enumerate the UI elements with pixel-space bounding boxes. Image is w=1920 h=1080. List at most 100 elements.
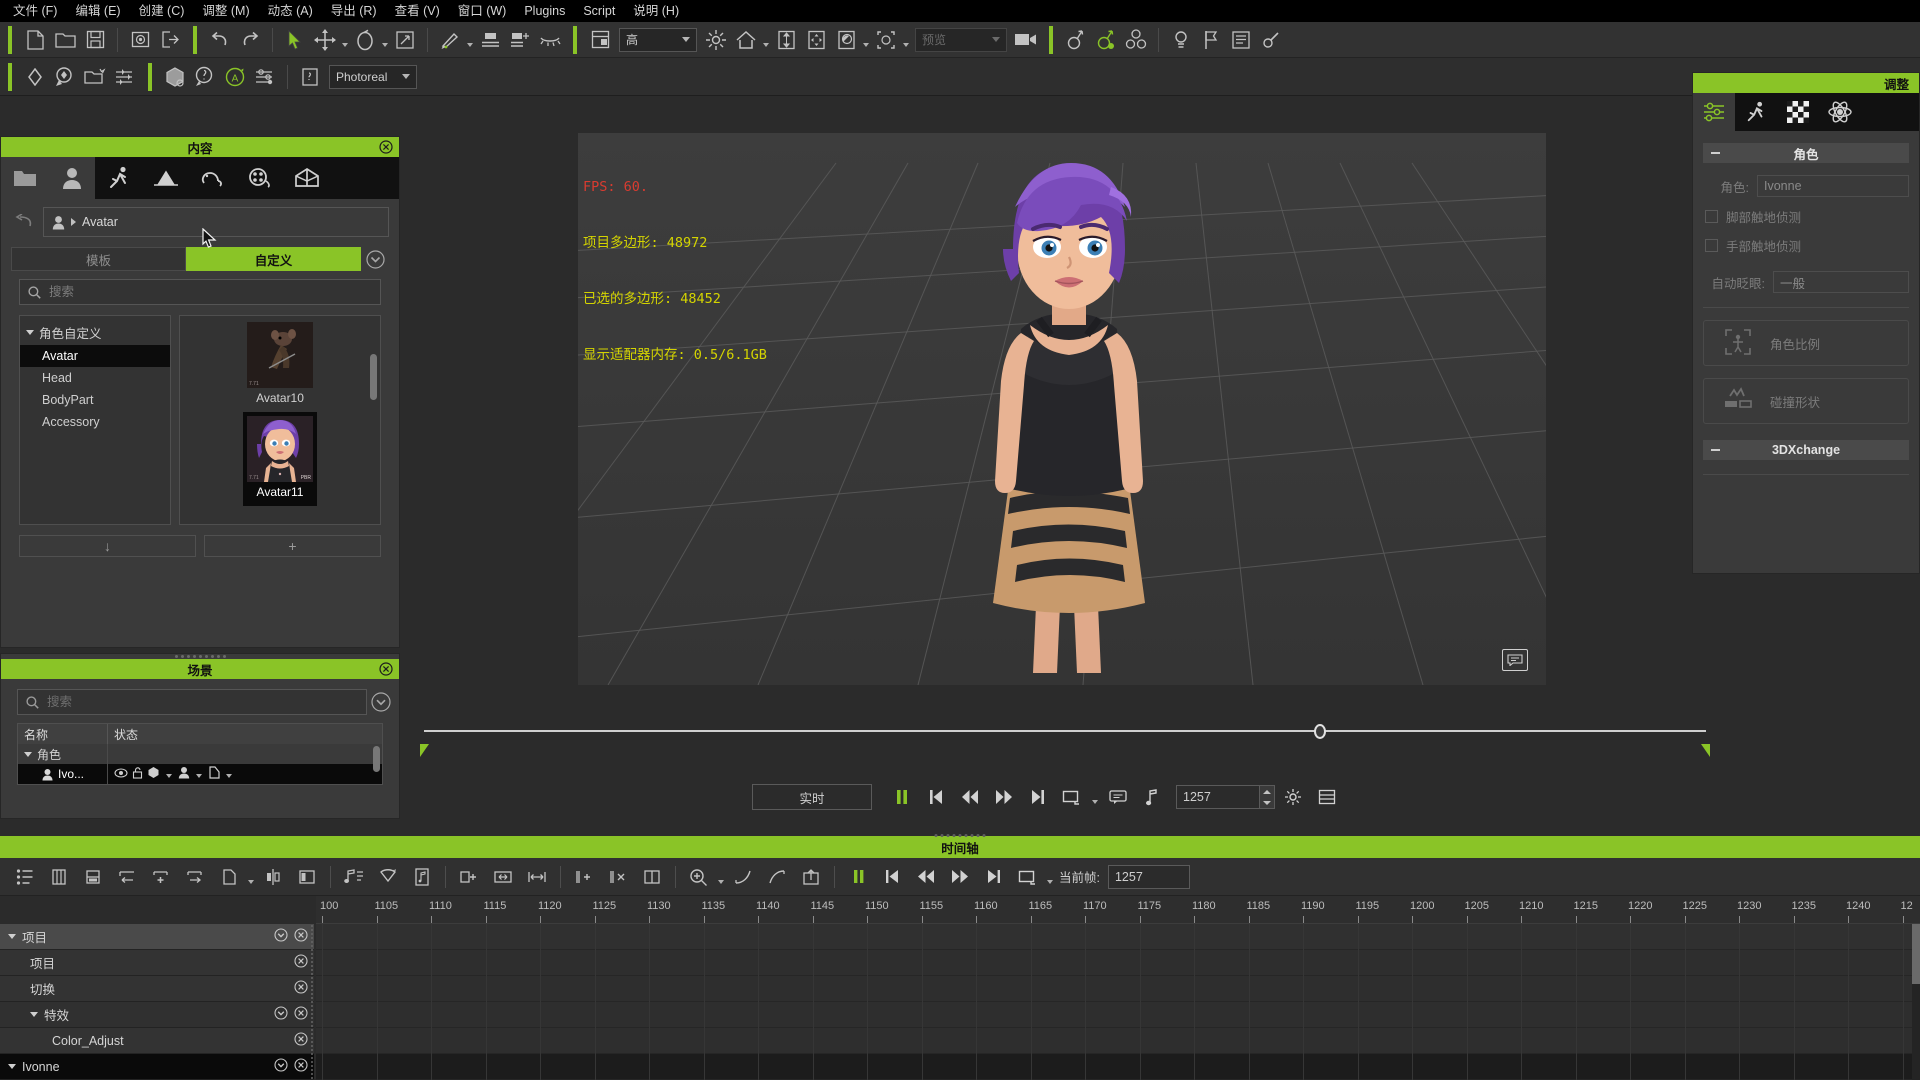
- comment-button[interactable]: [1102, 783, 1134, 811]
- timeline-scroll-thumb[interactable]: [1912, 924, 1920, 984]
- timeline-splitter[interactable]: [310, 924, 315, 1080]
- render-mode-select[interactable]: Photoreal: [329, 64, 417, 89]
- collapse-tracks-button[interactable]: [42, 862, 76, 892]
- record-video-button[interactable]: [1011, 25, 1041, 55]
- save-project-button[interactable]: [80, 25, 110, 55]
- shift-key-button[interactable]: [178, 862, 212, 892]
- timeline-vertical-scrollbar[interactable]: [1912, 924, 1920, 1080]
- table-row[interactable]: Ivo...: [18, 764, 382, 784]
- collapse-icon[interactable]: [1711, 449, 1720, 451]
- forward-button[interactable]: [988, 783, 1020, 811]
- search-input-wrap[interactable]: [19, 279, 381, 305]
- scrubber-handle[interactable]: [1314, 724, 1326, 739]
- mesh-dropdown[interactable]: [164, 767, 174, 781]
- track-lane[interactable]: [316, 1054, 1920, 1080]
- motion-key-button[interactable]: [190, 62, 220, 92]
- thumbnail-scrollbar[interactable]: [370, 354, 377, 400]
- track-header-row[interactable]: 项目: [0, 950, 314, 976]
- track-header-row[interactable]: 特效: [0, 1002, 314, 1028]
- viewport-time-scrubber[interactable]: [420, 718, 1710, 760]
- frame-input[interactable]: [1176, 785, 1260, 809]
- range-start-marker[interactable]: [420, 744, 429, 757]
- motion-puppet-button[interactable]: [1091, 25, 1121, 55]
- light-settings-button[interactable]: [1166, 25, 1196, 55]
- zoom-dropdown[interactable]: [716, 863, 726, 891]
- shape-icon[interactable]: [208, 766, 220, 782]
- ease-out-button[interactable]: [760, 862, 794, 892]
- track-lane[interactable]: [316, 976, 1920, 1002]
- music-track-button[interactable]: [405, 862, 439, 892]
- menu-create[interactable]: 创建 (C): [130, 0, 194, 22]
- ease-in-button[interactable]: [726, 862, 760, 892]
- playback-settings-button[interactable]: [1277, 783, 1309, 811]
- move-tool-button[interactable]: [310, 25, 340, 55]
- thumbnail-image[interactable]: 7.71 PBR: [247, 416, 313, 482]
- timeline-rewind-button[interactable]: [909, 862, 943, 892]
- download-button[interactable]: ↓: [19, 535, 196, 557]
- rotate-tool-dropdown[interactable]: [380, 26, 390, 54]
- mirror-key-button[interactable]: [256, 862, 290, 892]
- menu-view[interactable]: 查看 (V): [386, 0, 449, 22]
- bounding-box-button[interactable]: [871, 25, 901, 55]
- tree-item-avatar[interactable]: Avatar: [20, 345, 170, 367]
- timeline-loop-range-button[interactable]: [1011, 862, 1045, 892]
- timeline-goto-start-button[interactable]: [875, 862, 909, 892]
- mixer-button[interactable]: [1121, 25, 1151, 55]
- section-character[interactable]: 角色: [1703, 143, 1909, 163]
- track-close-icon[interactable]: [294, 1006, 308, 1023]
- notes-button[interactable]: [1226, 25, 1256, 55]
- tree-item-bodypart[interactable]: BodyPart: [20, 389, 170, 411]
- rewind-button[interactable]: [954, 783, 986, 811]
- goto-end-button[interactable]: [1022, 783, 1054, 811]
- redo-button[interactable]: [235, 25, 265, 55]
- scene-search-input[interactable]: [47, 695, 358, 709]
- add-clip-button[interactable]: [567, 862, 601, 892]
- frame-step-down[interactable]: [1260, 797, 1274, 808]
- rotate-tool-button[interactable]: [350, 25, 380, 55]
- paint-tool-dropdown[interactable]: [465, 26, 475, 54]
- export-track-button[interactable]: [794, 862, 828, 892]
- collision-shape-button[interactable]: 碰撞形状: [1703, 378, 1909, 424]
- timeline-resize-grip[interactable]: [934, 834, 986, 837]
- copy-clip-button[interactable]: [212, 862, 246, 892]
- track-expand-icon[interactable]: [274, 1058, 288, 1075]
- collapse-icon[interactable]: [1711, 152, 1720, 154]
- track-collapse-icon[interactable]: [8, 934, 16, 939]
- keyframe-folder-button[interactable]: [80, 62, 110, 92]
- track-lane[interactable]: [316, 950, 1920, 976]
- open-project-button[interactable]: [50, 25, 80, 55]
- paint-tool-button[interactable]: [435, 25, 465, 55]
- new-project-button[interactable]: [20, 25, 50, 55]
- tab-media[interactable]: [236, 157, 283, 199]
- render-region-dropdown[interactable]: [861, 26, 871, 54]
- import-button[interactable]: [125, 25, 155, 55]
- tab-physics[interactable]: [1819, 93, 1861, 131]
- timeline-forward-button[interactable]: [943, 862, 977, 892]
- fit-vertical-button[interactable]: [771, 25, 801, 55]
- viewport-3d[interactable]: FPS: 60. 项目多边形: 48972 已选的多边形: 48452 显示适配…: [578, 133, 1546, 685]
- menu-help[interactable]: 说明 (H): [624, 0, 688, 22]
- viewport-note-button[interactable]: [1502, 649, 1528, 671]
- pause-button[interactable]: [886, 783, 918, 811]
- face-key-button[interactable]: [160, 62, 190, 92]
- undo-button[interactable]: [205, 25, 235, 55]
- tab-motion[interactable]: [1735, 93, 1777, 131]
- timeline-ruler[interactable]: 100 1105 1110 1115 1120 1125 1130 1135 1140 1145 1…: [316, 896, 1920, 924]
- select-tool-button[interactable]: [280, 25, 310, 55]
- track-close-icon[interactable]: [294, 954, 308, 971]
- track-collapse-icon[interactable]: [30, 1012, 38, 1017]
- tree-item-head[interactable]: Head: [20, 367, 170, 389]
- bounding-box-dropdown[interactable]: [901, 26, 911, 54]
- blink-select[interactable]: 一般: [1773, 271, 1909, 293]
- track-range-button[interactable]: [635, 862, 669, 892]
- keyframe-settings-button[interactable]: [110, 62, 140, 92]
- add-button[interactable]: +: [204, 535, 381, 557]
- track-header-row[interactable]: Color_Adjust: [0, 1028, 314, 1054]
- track-lane[interactable]: [316, 1028, 1920, 1054]
- tab-motion[interactable]: [95, 157, 142, 199]
- add-key-button[interactable]: [144, 862, 178, 892]
- fit-all-button[interactable]: [801, 25, 831, 55]
- lock-icon[interactable]: [132, 766, 143, 782]
- render-options-button[interactable]: [1311, 783, 1343, 811]
- scene-scrollbar[interactable]: [373, 746, 380, 772]
